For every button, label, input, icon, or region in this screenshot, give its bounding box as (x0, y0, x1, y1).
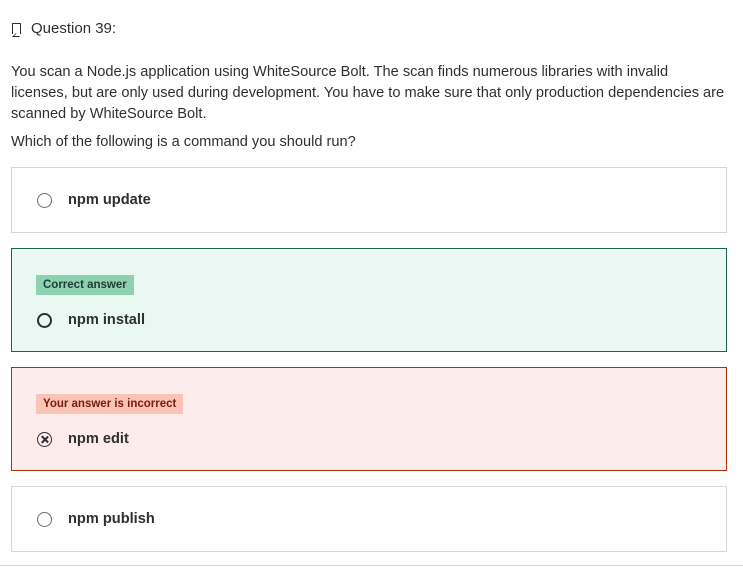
question-prompt: You scan a Node.js application using Whi… (11, 64, 725, 122)
bookmark-icon[interactable] (12, 23, 21, 37)
answer-label: npm publish (68, 511, 155, 527)
radio-icon[interactable] (37, 313, 52, 328)
x-circle-icon[interactable] (37, 432, 52, 447)
incorrect-answer-badge: Your answer is incorrect (36, 394, 184, 414)
answer-option-3[interactable]: Your answer is incorrect npm edit (11, 367, 727, 471)
radio-icon[interactable] (37, 193, 52, 208)
answer-option-2[interactable]: Correct answer npm install (11, 248, 727, 352)
answer-option-1[interactable]: npm update (11, 167, 727, 233)
question-ask: Which of the following is a command you … (11, 134, 356, 150)
question-header: Question 39: (12, 20, 116, 37)
radio-icon[interactable] (37, 512, 52, 527)
correct-answer-badge: Correct answer (36, 275, 134, 295)
answer-label: npm edit (68, 431, 129, 447)
question-title: Question 39: (31, 20, 117, 37)
answer-label: npm install (68, 312, 146, 328)
answer-option-4[interactable]: npm publish (11, 486, 727, 552)
answer-label: npm update (68, 192, 151, 208)
divider (0, 565, 743, 566)
